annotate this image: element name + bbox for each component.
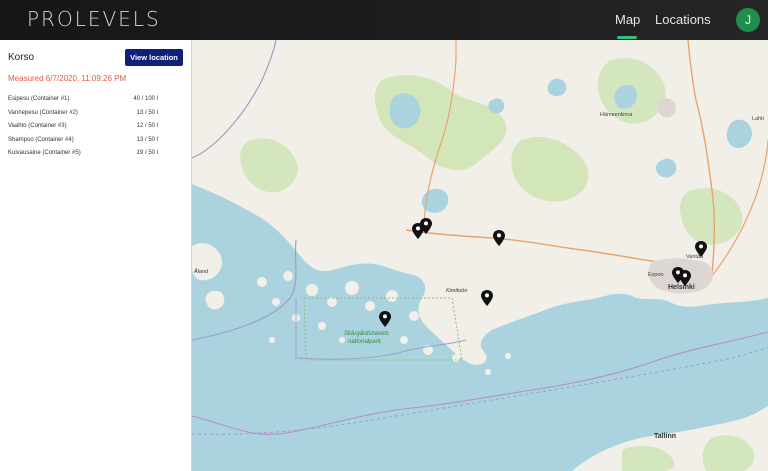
container-name: Esipesu (Container #1)	[8, 96, 70, 102]
map-canvas[interactable]: Hämeenlinna Lahti Åland Kimitoön Skärgår…	[192, 40, 768, 471]
container-level: 40 / 100 l	[133, 96, 158, 102]
active-tab-indicator	[617, 36, 637, 39]
nav-map[interactable]: Map	[615, 12, 640, 27]
container-level: 12 / 50 l	[136, 123, 158, 129]
app-logo[interactable]: PROLEVELS	[27, 7, 161, 31]
container-level: 13 / 50 l	[136, 136, 158, 143]
container-name: Vannepesu (Container #2)	[8, 109, 78, 116]
container-row: Shampoo (Container #4) 13 / 50 l	[8, 137, 158, 151]
container-row: Vannepesu (Container #2) 13 / 50 l	[8, 110, 158, 124]
map-label-aland: Åland	[193, 268, 209, 275]
container-name: Kuivausaine (Container #5)	[8, 150, 81, 156]
top-bar: PROLEVELS Map Locations J	[0, 0, 768, 40]
container-list: Esipesu (Container #1) 40 / 100 l Vannep…	[8, 96, 158, 164]
container-row: Kuivausaine (Container #5) 19 / 50 l	[8, 150, 158, 164]
container-name: Vaahto (Container #3)	[8, 123, 67, 129]
container-level: 19 / 50 l	[136, 150, 158, 156]
map-label-tallinn: Tallinn	[654, 433, 676, 440]
container-row: Esipesu (Container #1) 40 / 100 l	[8, 96, 158, 110]
location-sidebar: Korso View location Measured 6/7/2020, 1…	[0, 40, 192, 471]
measured-timestamp: Measured 6/7/2020, 11:09:26 PM	[8, 74, 127, 83]
map-label-hameenlinna: Hämeenlinna	[600, 112, 633, 118]
map-label-lahti: Lahti	[752, 116, 764, 122]
container-row: Vaahto (Container #3) 12 / 50 l	[8, 123, 158, 137]
container-name: Shampoo (Container #4)	[8, 136, 74, 143]
view-location-button[interactable]: View location	[125, 49, 183, 66]
map-label-national-park-2: nationalpark	[348, 339, 382, 345]
map-label-espoo: Espoo	[648, 272, 664, 278]
map-label-helsinki: Helsinki	[668, 284, 695, 291]
user-avatar[interactable]: J	[736, 8, 760, 32]
location-name: Korso	[8, 52, 35, 63]
map-view[interactable]: Hämeenlinna Lahti Åland Kimitoön Skärgår…	[192, 40, 768, 471]
container-level: 13 / 50 l	[136, 109, 158, 116]
map-label-kimitoon: Kimitoön	[446, 288, 467, 294]
nav-locations[interactable]: Locations	[655, 12, 711, 27]
map-label-national-park: Skärgårdshavets	[344, 330, 389, 337]
